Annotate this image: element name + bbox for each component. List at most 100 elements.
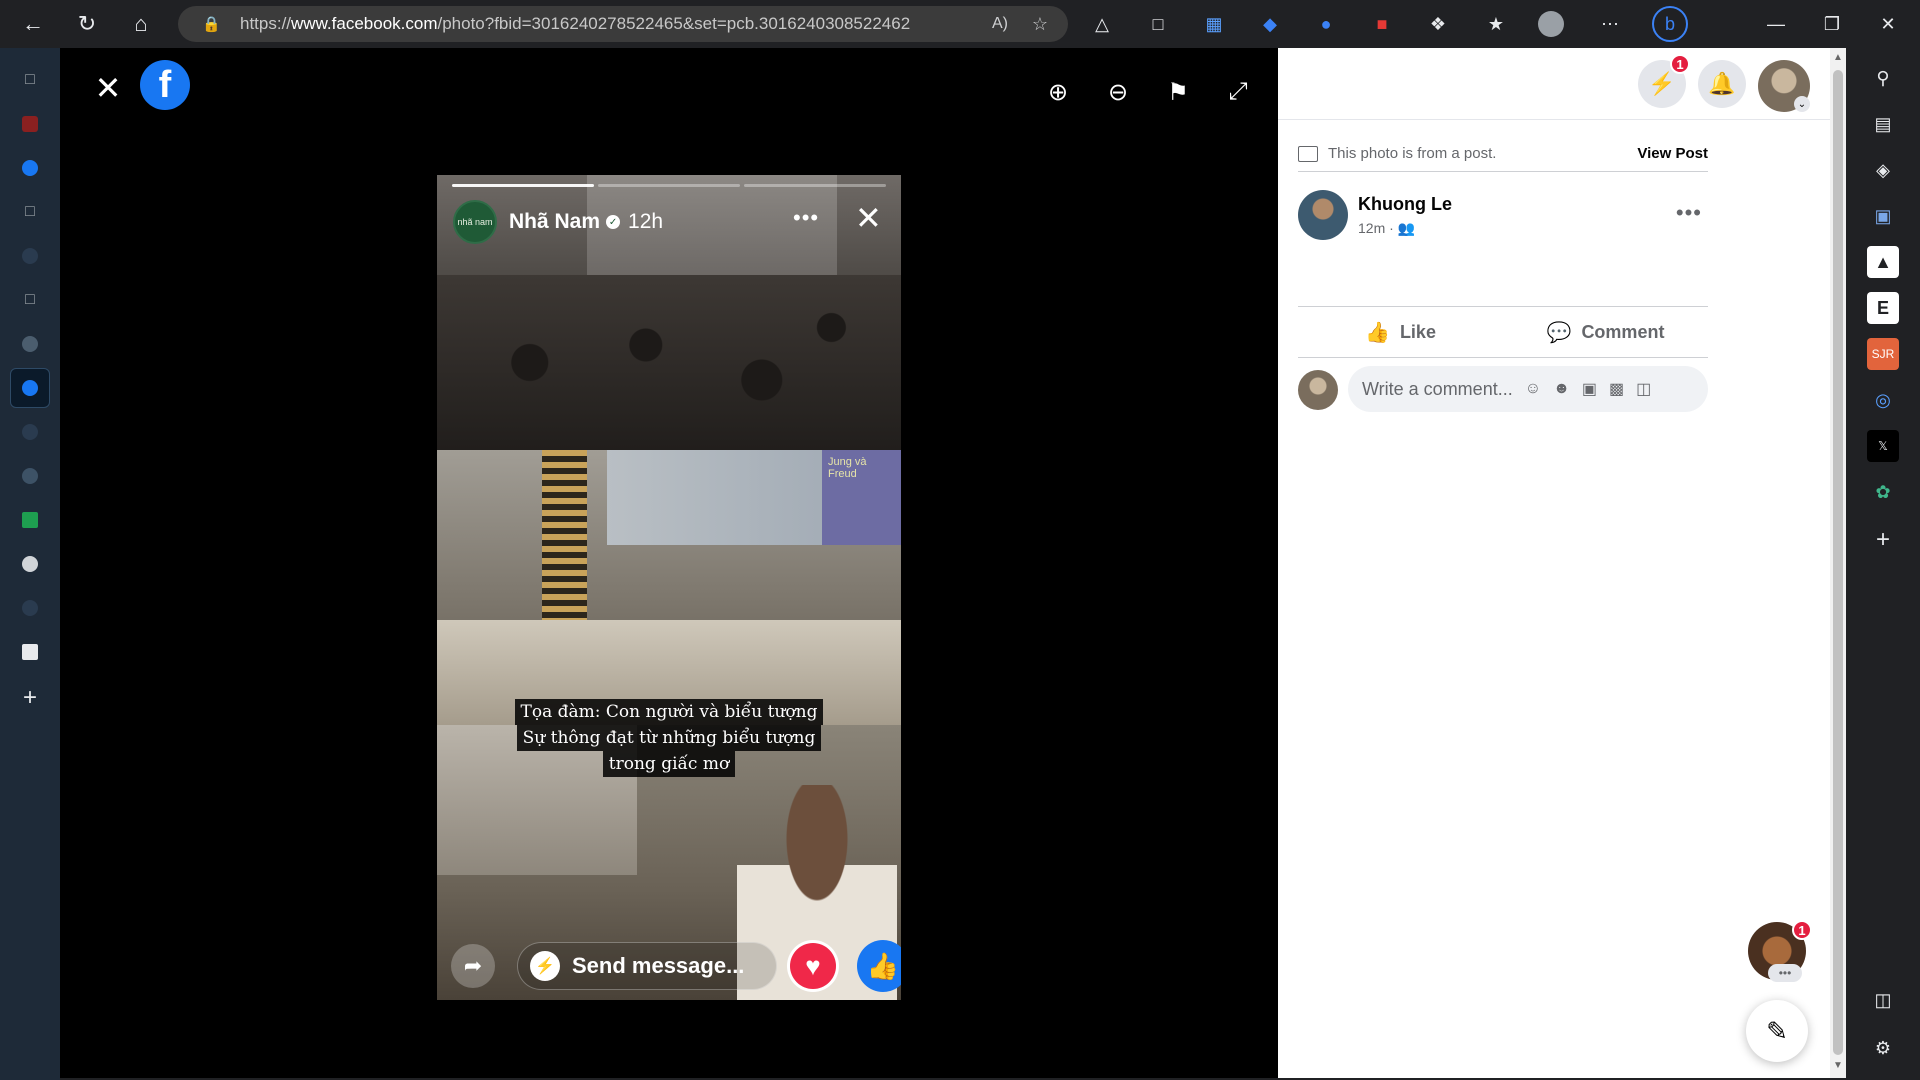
post-sidebar: ⚡ 1 🔔 ⌄ This photo is from a post. View P… xyxy=(1278,48,1830,1078)
sidebar-settings-gear-icon[interactable]: ⚙ xyxy=(1867,1032,1899,1064)
story-author-avatar[interactable]: nhã nam xyxy=(453,200,497,244)
emoji-icon[interactable]: ☻ xyxy=(1553,380,1570,398)
home-button[interactable]: ⌂ xyxy=(120,3,162,45)
back-button[interactable]: ← xyxy=(12,3,54,45)
tab-page-2[interactable]: □ xyxy=(10,280,50,320)
tab-facebook-1[interactable] xyxy=(10,148,50,188)
games-icon[interactable]: ◈ xyxy=(1867,154,1899,186)
avatar-sticker-icon[interactable]: ☺ xyxy=(1525,380,1541,398)
x-app-icon[interactable]: 𝕏 xyxy=(1867,430,1899,462)
share-icon[interactable]: ➦ xyxy=(451,944,495,988)
url-text[interactable]: https://www.facebook.com/photo?fbid=3016… xyxy=(240,14,960,34)
account-avatar[interactable]: ⌄ xyxy=(1758,60,1810,112)
tab-settings[interactable] xyxy=(10,456,50,496)
story-more-icon[interactable]: ••• xyxy=(793,205,819,231)
drawing-icon[interactable]: ▲ xyxy=(1867,246,1899,278)
tab-youtube[interactable] xyxy=(10,104,50,144)
post-options-icon[interactable]: ••• xyxy=(1676,200,1702,226)
favorite-star-icon[interactable]: ☆ xyxy=(1032,14,1048,35)
new-message-compose-icon[interactable]: ✎ xyxy=(1746,1000,1808,1062)
photo-from-post-info: This photo is from a post. View Post xyxy=(1298,136,1708,172)
tab-sheets[interactable] xyxy=(10,500,50,540)
scroll-up-icon[interactable]: ▲ xyxy=(1833,52,1843,63)
sjr-icon[interactable]: SJR xyxy=(1867,338,1899,370)
close-window-icon[interactable]: ✕ xyxy=(1860,0,1916,48)
story-author-name[interactable]: Nhã Nam xyxy=(509,210,600,234)
extensions-puzzle-icon[interactable]: ❖ xyxy=(1422,8,1454,40)
camera-icon[interactable]: ▣ xyxy=(1582,379,1597,399)
wordpress-icon[interactable]: ◎ xyxy=(1867,384,1899,416)
facebook-logo[interactable]: f xyxy=(140,60,190,110)
calendar-extension-icon[interactable]: ▦ xyxy=(1198,8,1230,40)
hide-sidebar-icon[interactable]: ◫ xyxy=(1867,984,1899,1016)
favorites-icon[interactable]: ★ xyxy=(1480,8,1512,40)
send-message-placeholder: Send message... xyxy=(572,953,745,978)
refresh-button[interactable]: ↻ xyxy=(66,3,108,45)
tag-icon[interactable]: ⚑ xyxy=(1160,74,1196,110)
comment-input[interactable]: Write a comment... ☺ ☻ ▣ ▩ ◫ xyxy=(1348,366,1708,412)
e-app-icon[interactable]: E xyxy=(1867,292,1899,324)
close-viewer-button[interactable]: ✕ xyxy=(88,68,128,108)
author-name[interactable]: Khuong Le xyxy=(1358,194,1452,215)
like-button[interactable]: 👍 Like xyxy=(1298,307,1503,357)
scroll-down-icon[interactable]: ▼ xyxy=(1833,1060,1843,1071)
like-reaction-button[interactable]: 👍 xyxy=(857,940,901,992)
shopping-icon[interactable]: ▤ xyxy=(1867,108,1899,140)
sticker-icon[interactable]: ◫ xyxy=(1636,379,1651,399)
tab-blank-2[interactable] xyxy=(10,412,50,452)
caption-line-1: Tọa đàm: Con người và biểu tượng xyxy=(514,699,824,725)
read-aloud-icon[interactable]: A) xyxy=(992,15,1008,33)
m-extension-icon[interactable]: ■ xyxy=(1366,8,1398,40)
friends-audience-icon[interactable]: 👥 xyxy=(1398,220,1415,236)
chatgpt-icon[interactable]: ✿ xyxy=(1867,476,1899,508)
profile-avatar[interactable] xyxy=(1538,11,1564,37)
s-extension-icon[interactable]: ● xyxy=(1310,8,1342,40)
new-tab-button[interactable]: + xyxy=(10,678,50,718)
view-post-link[interactable]: View Post xyxy=(1637,145,1708,162)
outlook-icon[interactable]: ▣ xyxy=(1867,200,1899,232)
page-scrollbar[interactable]: ▲ ▼ xyxy=(1830,48,1846,1078)
caption-line-3: trong giấc mơ xyxy=(602,751,736,777)
bing-chat-icon[interactable]: b xyxy=(1652,6,1688,42)
gif-icon[interactable]: ▩ xyxy=(1609,379,1624,399)
add-app-icon[interactable]: + xyxy=(1867,524,1899,556)
commenter-avatar[interactable] xyxy=(1298,370,1338,410)
document-extension-icon[interactable]: □ xyxy=(1142,8,1174,40)
scrollbar-thumb[interactable] xyxy=(1833,70,1843,1055)
tab-facebook-active[interactable] xyxy=(10,368,50,408)
tab-openai[interactable] xyxy=(10,324,50,364)
tab-r[interactable] xyxy=(10,632,50,672)
post-info-icon xyxy=(1298,145,1318,162)
chat-head-avatar[interactable]: 1 ••• xyxy=(1748,920,1812,982)
fullscreen-icon[interactable]: ⤢ xyxy=(1220,74,1256,110)
photo-viewer: ✕ f ⊕ ⊖ ⚑ ⤢ Jung và Freud nhã nam Nhã Na… xyxy=(60,48,1278,1078)
lock-icon[interactable]: 🔒 xyxy=(202,15,222,33)
extension-a-icon[interactable]: △ xyxy=(1086,8,1118,40)
author-avatar[interactable] xyxy=(1298,190,1348,240)
tab-m[interactable] xyxy=(10,544,50,584)
vertical-tabs: □ □ □ + xyxy=(0,48,60,1080)
notifications-bell-icon[interactable]: 🔔 xyxy=(1698,60,1746,108)
tab-blank-1[interactable] xyxy=(10,236,50,276)
zoom-out-icon[interactable]: ⊖ xyxy=(1100,74,1136,110)
comment-button[interactable]: 💬 Comment xyxy=(1503,307,1708,357)
send-message-input[interactable]: ⚡ Send message... xyxy=(517,942,777,990)
address-bar[interactable]: 🔒 https://www.facebook.com/photo?fbid=30… xyxy=(178,6,1068,42)
tab-actions-icon[interactable]: □ xyxy=(10,60,50,100)
search-icon[interactable]: ⚲ xyxy=(1867,62,1899,94)
story-footer: ➦ ⚡ Send message... ♥ 👍 xyxy=(437,930,901,1000)
love-reaction-button[interactable]: ♥ xyxy=(787,940,839,992)
story-caption: Tọa đàm: Con người và biểu tượng Sự thôn… xyxy=(494,699,844,777)
more-menu-icon[interactable]: ⋯ xyxy=(1594,8,1626,40)
photo-speakers: Jung và Freud xyxy=(437,450,901,725)
messenger-button[interactable]: ⚡ 1 xyxy=(1638,54,1690,108)
tab-document[interactable]: □ xyxy=(10,192,50,232)
story-close-icon[interactable]: ✕ xyxy=(855,199,882,237)
minimize-icon[interactable]: — xyxy=(1748,0,1804,48)
tab-search[interactable] xyxy=(10,588,50,628)
zoom-in-icon[interactable]: ⊕ xyxy=(1040,74,1076,110)
shield-extension-icon[interactable]: ◆ xyxy=(1254,8,1286,40)
comment-composer: Write a comment... ☺ ☻ ▣ ▩ ◫ xyxy=(1298,366,1708,414)
story-image[interactable]: Jung và Freud nhã nam Nhã Nam ✓ 12h ••• … xyxy=(437,175,901,1000)
restore-icon[interactable]: ❐ xyxy=(1804,0,1860,48)
